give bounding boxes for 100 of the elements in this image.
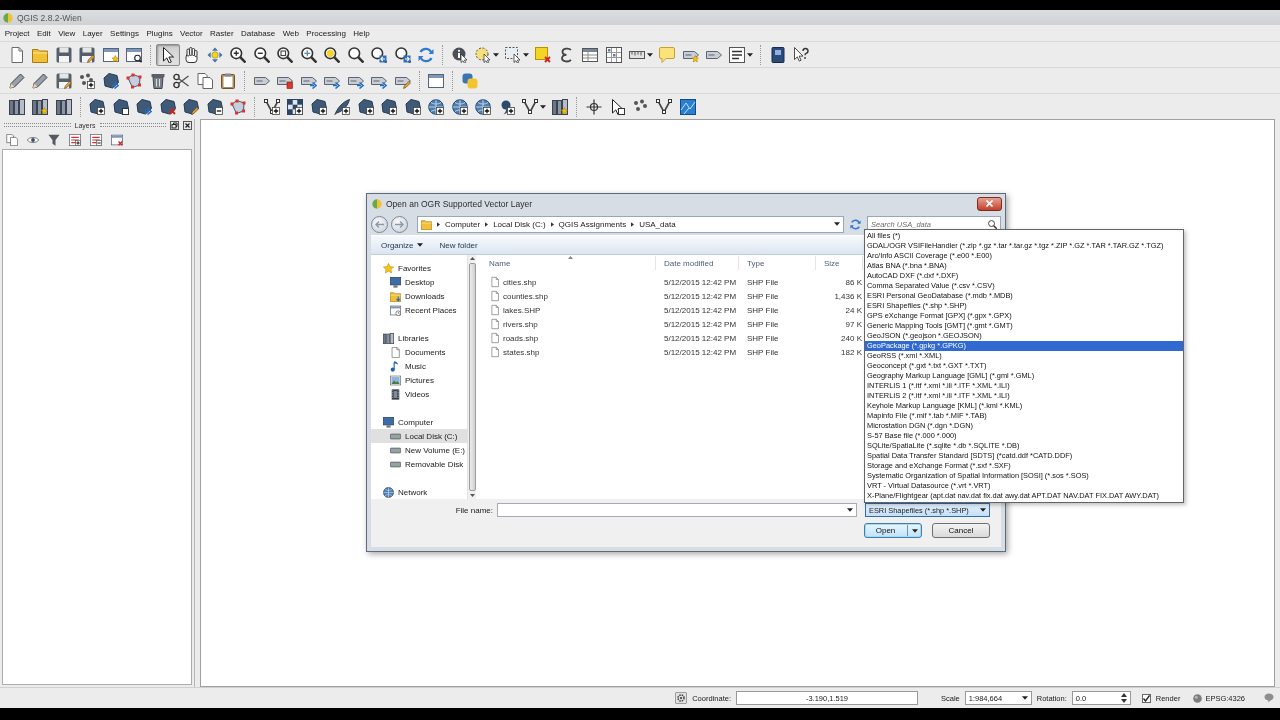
forward-button[interactable] <box>391 215 408 233</box>
nav-item[interactable]: Music <box>371 359 467 373</box>
file-size: 1,436 K <box>834 291 862 301</box>
scroll-down-icon[interactable] <box>469 494 475 497</box>
menu-item[interactable]: Layer <box>79 27 107 39</box>
polygon-plus-icon <box>404 98 421 115</box>
file-size: 86 K <box>845 277 862 287</box>
magnifier-minus-icon <box>253 46 270 63</box>
file-name: cities.shp <box>503 277 537 287</box>
window-title: QGIS 2.8.2-Wien <box>17 12 82 23</box>
window-cross-icon[interactable] <box>111 134 123 146</box>
arrows-icon <box>206 46 223 63</box>
menu-item[interactable]: View <box>54 27 80 39</box>
app-icon <box>3 12 13 23</box>
nav-item[interactable]: Local Disk (C:) <box>371 429 467 443</box>
menu-item[interactable]: Project <box>1 27 34 39</box>
nav-item[interactable]: Libraries <box>371 331 467 345</box>
file-row[interactable]: lakes.SHP 5/12/2015 12:42 PM SHP File 24 K <box>481 303 863 317</box>
funnel-icon[interactable] <box>48 134 60 146</box>
nav-item[interactable]: Favorites <box>371 261 467 275</box>
nav-item[interactable]: Removable Disk <box>371 457 467 471</box>
film-icon <box>390 388 401 400</box>
menu-item[interactable]: Processing <box>302 27 350 39</box>
column-header[interactable]: Date modified <box>656 256 739 270</box>
nav-item[interactable]: Desktop <box>371 275 467 289</box>
file-date: 5/12/2015 12:42 PM <box>664 333 737 343</box>
refresh-icon[interactable] <box>850 218 861 230</box>
pointer-button[interactable] <box>156 43 180 66</box>
menu-item[interactable]: Database <box>237 27 279 39</box>
monitor-icon <box>390 276 401 288</box>
list-minus-icon[interactable] <box>90 134 102 146</box>
books-icon <box>8 98 25 115</box>
column-header[interactable]: Size <box>816 256 863 270</box>
column-header[interactable]: Type <box>739 256 816 270</box>
menu-item[interactable]: Plugins <box>142 27 177 39</box>
file-type: SHP File <box>747 319 779 329</box>
nav-item[interactable]: New Volume (E:) <box>371 443 467 457</box>
magnifier-square-icon <box>277 46 294 63</box>
window-icon <box>428 72 445 89</box>
menu-button[interactable]: Organize <box>381 240 424 250</box>
nav-item[interactable]: Computer <box>371 415 467 429</box>
speech-bubble-icon[interactable] <box>1264 693 1274 703</box>
copy-icon[interactable] <box>6 134 18 146</box>
list-plus-icon[interactable] <box>69 134 81 146</box>
pencil-icon <box>32 72 49 89</box>
scroll-thumb[interactable] <box>468 263 476 491</box>
caret-icon <box>834 222 840 226</box>
close-icon[interactable] <box>183 120 192 130</box>
nav-item[interactable]: Documents <box>371 345 467 359</box>
file-row[interactable]: roads.shp 5/12/2015 12:42 PM SHP File 240 K <box>481 331 863 345</box>
breadcrumb-item[interactable]: Computer <box>445 219 481 229</box>
nav-item[interactable]: Recent Places <box>371 303 467 317</box>
folder-icon <box>32 46 49 63</box>
nav-item[interactable]: Downloads <box>371 289 467 303</box>
nav-item[interactable]: Videos <box>371 387 467 401</box>
file-row[interactable]: rivers.shp 5/12/2015 12:42 PM SHP File 97 K <box>481 317 863 331</box>
polyline-icon <box>521 98 538 115</box>
cancel-button[interactable]: Cancel <box>932 523 990 538</box>
restore-icon[interactable] <box>170 120 179 130</box>
file-name-field[interactable] <box>497 503 857 517</box>
menu-item[interactable]: Edit <box>33 27 55 39</box>
breadcrumb-item[interactable]: Local Disk (C:) <box>493 219 546 229</box>
file-date: 5/12/2015 12:42 PM <box>664 277 737 287</box>
nav-item[interactable]: Network <box>371 485 467 499</box>
render-checkbox[interactable] <box>1141 693 1151 703</box>
spin-arrows-icon[interactable] <box>1120 692 1127 704</box>
gear-icon[interactable] <box>675 692 688 704</box>
column-header[interactable]: Name <box>481 256 656 270</box>
menu-item[interactable]: Raster <box>206 27 238 39</box>
scroll-up-icon[interactable] <box>469 257 475 260</box>
scrollbar[interactable] <box>467 255 476 499</box>
breadcrumb-item[interactable]: USA_data <box>639 219 676 229</box>
info-icon <box>451 46 468 63</box>
open-button[interactable]: Open <box>864 523 922 538</box>
menu-item[interactable]: Vector <box>176 27 207 39</box>
trash-icon <box>149 72 166 89</box>
file-name: rivers.shp <box>503 319 538 329</box>
books-star-icon <box>552 98 569 115</box>
menu-item[interactable]: Web <box>278 27 303 39</box>
nav-item[interactable]: Pictures <box>371 373 467 387</box>
file-icon <box>490 346 500 358</box>
back-button[interactable] <box>371 215 388 233</box>
file-date: 5/12/2015 12:42 PM <box>664 305 737 315</box>
eye-icon[interactable] <box>27 134 39 146</box>
file-row[interactable]: counties.shp 5/12/2015 12:42 PM SHP File 1,436 K <box>481 289 863 303</box>
close-button[interactable] <box>977 196 1002 211</box>
menu-item[interactable]: Settings <box>106 27 143 39</box>
globe-icon <box>1193 693 1203 703</box>
arrow-right-icon <box>395 220 404 228</box>
menu-item[interactable]: Help <box>349 27 374 39</box>
toolbar-button[interactable]: New folder <box>439 240 478 250</box>
hand-icon <box>183 46 200 63</box>
file-row[interactable]: cities.shp 5/12/2015 12:42 PM SHP File 86 K <box>481 275 863 289</box>
scissors-icon <box>173 72 190 89</box>
breadcrumb-item[interactable]: QGIS Assignments <box>558 219 627 229</box>
polygon-pencil-icon <box>183 98 200 115</box>
file-row[interactable]: states.shp 5/12/2015 12:42 PM SHP File 182 K <box>481 345 863 359</box>
address-bar[interactable]: Computer Local Disk (C:) QGIS Assignments USA_data <box>417 215 844 233</box>
close-icon <box>986 200 993 207</box>
file-name: states.shp <box>503 347 540 357</box>
